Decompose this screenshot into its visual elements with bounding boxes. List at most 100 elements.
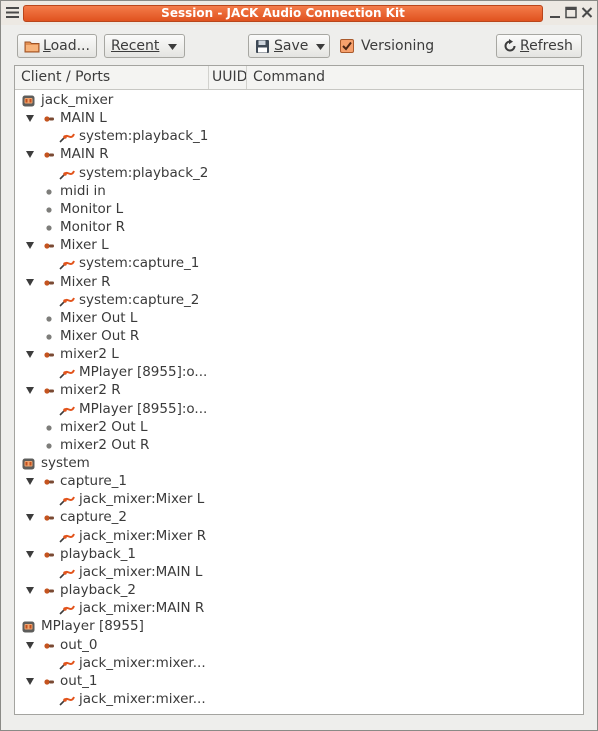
expander-arrow-icon[interactable] [26, 151, 34, 159]
tree-row-label: system:capture_2 [79, 291, 200, 308]
tree-row-leaf[interactable]: Monitor R [15, 218, 583, 236]
tree-row-label: MAIN L [60, 110, 107, 127]
tree-row-label: jack_mixer:Mixer R [79, 527, 207, 544]
floppy-disk-icon [256, 39, 269, 53]
tree-row-port[interactable]: Mixer L [15, 236, 583, 254]
column-command[interactable]: Command [247, 66, 583, 89]
session-tree[interactable]: Client / Ports UUID Command jack_mixer MA… [14, 65, 584, 715]
tree-row-leaf[interactable]: Mixer Out L [15, 309, 583, 327]
tree-row-label: MPlayer [8955]:o... [79, 400, 208, 417]
tree-row-leaf[interactable]: midi in [15, 182, 583, 200]
close-icon[interactable] [579, 4, 595, 21]
expander-arrow-icon[interactable] [26, 514, 34, 522]
tree-row-label: out_1 [60, 672, 98, 689]
tree-row-client[interactable]: system [15, 454, 583, 472]
tree-row-port[interactable]: MAIN R [15, 145, 583, 163]
tree-row-label: mixer2 R [60, 382, 121, 399]
title-bar[interactable]: Session - JACK Audio Connection Kit [1, 1, 597, 25]
tree-row-label: MPlayer [8955] [41, 618, 144, 635]
session-window: Session - JACK Audio Connection Kit Load… [0, 0, 598, 731]
recent-dropdown[interactable]: Recent [104, 34, 185, 58]
tree-row-label: jack_mixer:MAIN L [79, 563, 203, 580]
tree-row-conn[interactable]: jack_mixer:mixer... [15, 654, 583, 672]
tree-row-conn[interactable]: jack_mixer:MAIN L [15, 563, 583, 581]
tree-row-label: jack_mixer:mixer... [79, 690, 206, 707]
tree-row-port[interactable]: MAIN L [15, 109, 583, 127]
expander-arrow-icon[interactable] [26, 351, 34, 359]
expander-arrow-icon[interactable] [26, 242, 34, 250]
refresh-icon [504, 39, 516, 52]
folder-icon [24, 41, 40, 53]
tree-row-conn[interactable]: system:capture_1 [15, 254, 583, 272]
expander-arrow-icon[interactable] [26, 478, 34, 486]
expander-arrow-icon[interactable] [26, 278, 34, 286]
tree-row-label: system:playback_1 [79, 128, 209, 145]
tree-row-label: jack_mixer [41, 92, 114, 108]
expander-arrow-icon[interactable] [26, 115, 34, 123]
tree-row-label: system [41, 455, 90, 471]
tree-row-label: midi in [60, 182, 106, 199]
tree-row-conn[interactable]: system:playback_1 [15, 127, 583, 145]
tree-row-client[interactable]: MPlayer [8955] [15, 617, 583, 635]
versioning-check-box[interactable] [340, 39, 354, 53]
tree-row-label: mixer2 Out R [60, 436, 150, 453]
dropdown-arrow-icon [168, 44, 177, 50]
tree-row-label: playback_2 [60, 582, 137, 599]
column-client-ports[interactable]: Client / Ports [15, 66, 209, 89]
tree-row-conn[interactable]: system:capture_2 [15, 291, 583, 309]
expander-arrow-icon[interactable] [26, 677, 34, 685]
tree-row-label: mixer2 L [60, 346, 119, 363]
tree-row-label: jack_mixer:Mixer L [79, 491, 205, 508]
tree-row-leaf[interactable]: mixer2 Out R [15, 436, 583, 454]
tree-row-label: Mixer Out L [60, 309, 138, 326]
tree-row-port[interactable]: Mixer R [15, 273, 583, 291]
dropdown-arrow-icon [316, 44, 325, 50]
tree-row-port[interactable]: out_1 [15, 672, 583, 690]
minimize-icon[interactable] [547, 4, 563, 21]
tree-row-label: Monitor L [60, 200, 124, 217]
tree-row-conn[interactable]: jack_mixer:mixer... [15, 690, 583, 708]
tree-header: Client / Ports UUID Command [15, 66, 583, 90]
refresh-button[interactable]: Refresh [496, 34, 582, 58]
expander-arrow-icon[interactable] [26, 550, 34, 558]
tree-row-label: Mixer Out R [60, 327, 140, 344]
tree-row-label: Mixer R [60, 273, 111, 290]
tree-row-port[interactable]: playback_1 [15, 545, 583, 563]
tree-row-leaf[interactable]: mixer2 Out L [15, 418, 583, 436]
recent-label: Recent [111, 38, 160, 54]
tree-row-conn[interactable]: MPlayer [8955]:o... [15, 400, 583, 418]
window-menu-icon[interactable] [5, 5, 20, 20]
load-button[interactable]: Load... [17, 34, 97, 58]
save-dropdown[interactable]: Save [248, 34, 330, 58]
versioning-checkbox[interactable]: Versioning [340, 37, 434, 55]
tree-row-conn[interactable]: MPlayer [8955]:o... [15, 363, 583, 381]
tree-row-conn[interactable]: jack_mixer:MAIN R [15, 599, 583, 617]
tree-row-label: jack_mixer:mixer... [79, 654, 206, 671]
tree-row-label: Monitor R [60, 219, 125, 236]
tree-row-conn[interactable]: jack_mixer:Mixer L [15, 490, 583, 508]
window-title: Session - JACK Audio Connection Kit [23, 5, 543, 22]
tree-row-conn[interactable]: jack_mixer:Mixer R [15, 527, 583, 545]
expander-arrow-icon[interactable] [26, 587, 34, 595]
tree-row-port[interactable]: mixer2 R [15, 381, 583, 399]
tree-row-label: system:playback_2 [79, 164, 209, 181]
connection-icon [59, 693, 75, 711]
tree-row-port[interactable]: capture_1 [15, 472, 583, 490]
tree-row-client[interactable]: jack_mixer [15, 91, 583, 109]
expander-arrow-icon[interactable] [26, 641, 34, 649]
maximize-icon[interactable] [563, 4, 579, 21]
column-uuid[interactable]: UUID [209, 66, 247, 89]
tree-row-port[interactable]: out_0 [15, 636, 583, 654]
tree-row-port[interactable]: mixer2 L [15, 345, 583, 363]
tree-row-port[interactable]: capture_2 [15, 508, 583, 526]
tree-row-label: system:capture_1 [79, 255, 200, 272]
tree-row-leaf[interactable]: Monitor L [15, 200, 583, 218]
tree-row-label: mixer2 Out L [60, 418, 148, 435]
tree-row-label: out_0 [60, 636, 98, 653]
checkmark-icon [342, 41, 352, 51]
expander-arrow-icon[interactable] [26, 387, 34, 395]
tree-row-label: capture_1 [60, 473, 128, 490]
tree-row-port[interactable]: playback_2 [15, 581, 583, 599]
tree-row-conn[interactable]: system:playback_2 [15, 164, 583, 182]
tree-row-leaf[interactable]: Mixer Out R [15, 327, 583, 345]
